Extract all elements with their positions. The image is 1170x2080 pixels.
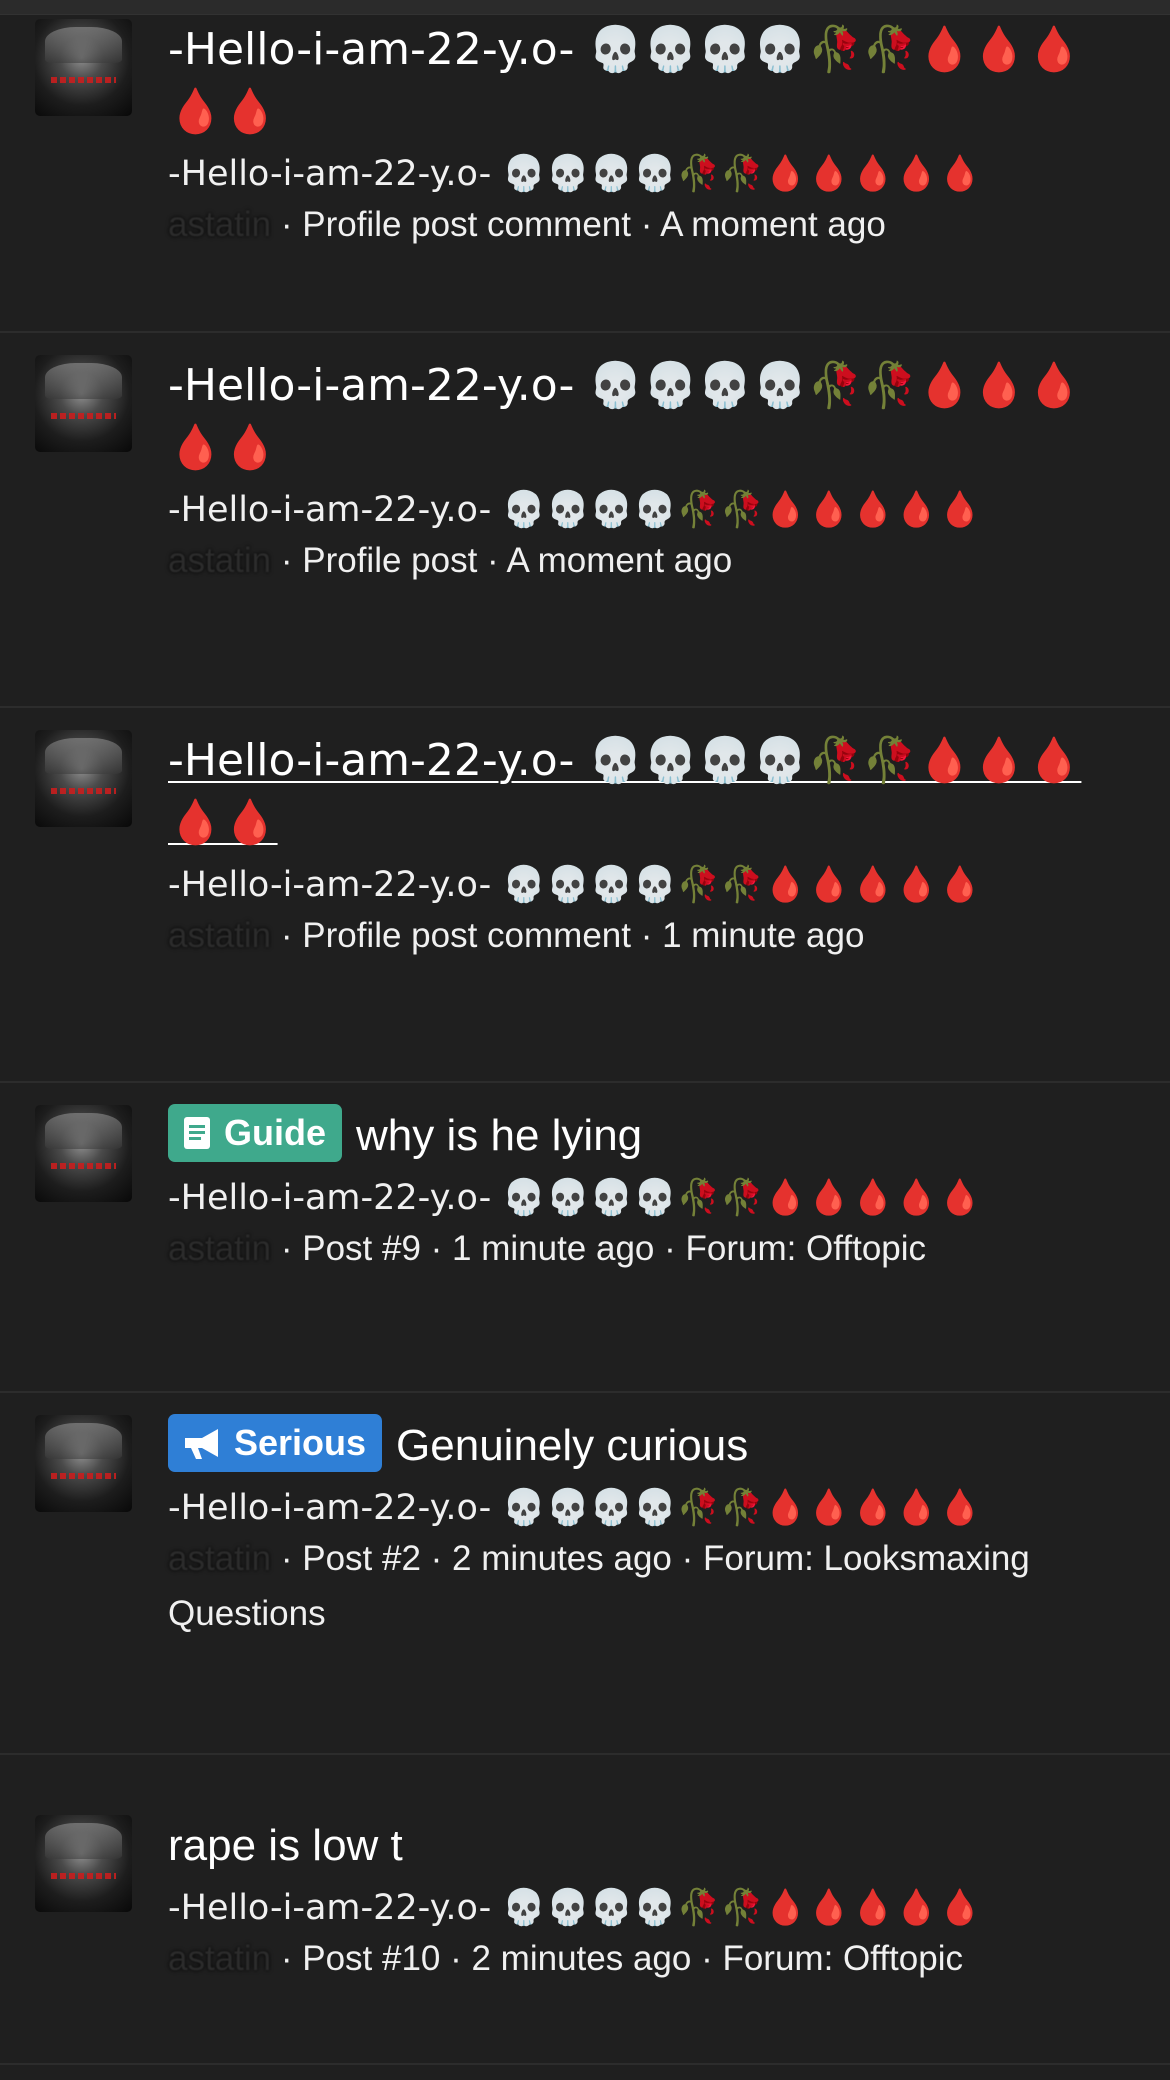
meta-text: · Profile post comment · A moment ago	[271, 205, 886, 244]
item-title-text[interactable]: why is he lying	[356, 1111, 642, 1160]
avatar[interactable]	[35, 355, 132, 452]
item-author[interactable]: -Hello-i-am-22-y.o- 💀💀💀💀🥀🥀🩸🩸🩸🩸🩸	[168, 151, 1136, 197]
context-username[interactable]: astatin	[168, 1939, 271, 1978]
item-title-link[interactable]: Serious Genuinely curious	[168, 1414, 1136, 1477]
list-item[interactable]: -Hello-i-am-22-y.o- 💀💀💀💀🥀🥀🩸🩸🩸🩸🩸 -Hello-i…	[0, 15, 1170, 333]
context-username[interactable]: astatin	[168, 1229, 271, 1268]
item-content: rape is low t -Hello-i-am-22-y.o- 💀💀💀💀🥀🥀…	[168, 1815, 1136, 1986]
list-item[interactable]: Serious Genuinely curious -Hello-i-am-22…	[0, 1393, 1170, 1755]
book-icon	[182, 1116, 212, 1150]
list-item[interactable]: -Hello-i-am-22-y.o- 💀💀💀💀🥀🥀🩸🩸🩸🩸🩸 -Hello-i…	[0, 708, 1170, 1083]
meta-text: · Profile post comment · 1 minute ago	[271, 916, 865, 955]
avatar[interactable]	[35, 19, 132, 116]
avatar[interactable]	[35, 1415, 132, 1512]
item-title-link[interactable]: -Hello-i-am-22-y.o- 💀💀💀💀🥀🥀🩸🩸🩸🩸🩸	[168, 730, 1136, 854]
list-item[interactable]: Guide why is he lying -Hello-i-am-22-y.o…	[0, 1083, 1170, 1393]
item-content: -Hello-i-am-22-y.o- 💀💀💀💀🥀🥀🩸🩸🩸🩸🩸 -Hello-i…	[168, 355, 1136, 588]
item-title-link[interactable]: -Hello-i-am-22-y.o- 💀💀💀💀🥀🥀🩸🩸🩸🩸🩸	[168, 355, 1136, 479]
prefix-badge-serious[interactable]: Serious	[168, 1414, 383, 1473]
list-item[interactable]: rape is low t -Hello-i-am-22-y.o- 💀💀💀💀🥀🥀…	[0, 1755, 1170, 2065]
avatar[interactable]	[35, 1105, 132, 1202]
item-author[interactable]: -Hello-i-am-22-y.o- 💀💀💀💀🥀🥀🩸🩸🩸🩸🩸	[168, 862, 1136, 908]
item-title-link[interactable]: Guide why is he lying	[168, 1104, 1136, 1167]
badge-label: Serious	[234, 1422, 367, 1464]
meta-text: · Post #2 · 2 minutes ago · Forum: Looks…	[168, 1539, 1030, 1634]
item-author[interactable]: -Hello-i-am-22-y.o- 💀💀💀💀🥀🥀🩸🩸🩸🩸🩸	[168, 487, 1136, 533]
meta-text: · Profile post · A moment ago	[271, 541, 733, 580]
context-username[interactable]: astatin	[168, 205, 271, 244]
avatar[interactable]	[35, 1815, 132, 1912]
item-content: Serious Genuinely curious -Hello-i-am-22…	[168, 1414, 1136, 1641]
item-title-link[interactable]: rape is low t	[168, 1815, 1136, 1877]
search-results-list: -Hello-i-am-22-y.o- 💀💀💀💀🥀🥀🩸🩸🩸🩸🩸 -Hello-i…	[0, 15, 1170, 2065]
prefix-badge-guide[interactable]: Guide	[168, 1104, 343, 1163]
item-author[interactable]: -Hello-i-am-22-y.o- 💀💀💀💀🥀🥀🩸🩸🩸🩸🩸	[168, 1485, 1136, 1531]
item-content: -Hello-i-am-22-y.o- 💀💀💀💀🥀🥀🩸🩸🩸🩸🩸 -Hello-i…	[168, 19, 1136, 252]
item-author[interactable]: -Hello-i-am-22-y.o- 💀💀💀💀🥀🥀🩸🩸🩸🩸🩸	[168, 1175, 1136, 1221]
top-bar	[0, 0, 1170, 15]
item-meta: astatin · Profile post · A moment ago	[168, 533, 1136, 588]
item-meta: astatin · Post #9 · 1 minute ago · Forum…	[168, 1221, 1136, 1276]
item-meta: astatin · Post #10 · 2 minutes ago · For…	[168, 1931, 1136, 1986]
context-username[interactable]: astatin	[168, 1539, 271, 1578]
avatar[interactable]	[35, 730, 132, 827]
item-title-link[interactable]: -Hello-i-am-22-y.o- 💀💀💀💀🥀🥀🩸🩸🩸🩸🩸	[168, 19, 1136, 143]
item-meta: astatin · Post #2 · 2 minutes ago · Foru…	[168, 1531, 1136, 1641]
item-content: Guide why is he lying -Hello-i-am-22-y.o…	[168, 1104, 1136, 1276]
meta-text: · Post #9 · 1 minute ago · Forum: Offtop…	[271, 1229, 927, 1269]
item-content: -Hello-i-am-22-y.o- 💀💀💀💀🥀🥀🩸🩸🩸🩸🩸 -Hello-i…	[168, 730, 1136, 963]
meta-text: · Post #10 · 2 minutes ago · Forum: Offt…	[271, 1939, 963, 1978]
item-title-text[interactable]: Genuinely curious	[396, 1421, 748, 1470]
item-author[interactable]: -Hello-i-am-22-y.o- 💀💀💀💀🥀🥀🩸🩸🩸🩸🩸	[168, 1885, 1136, 1931]
context-username[interactable]: astatin	[168, 541, 271, 580]
context-username[interactable]: astatin	[168, 916, 271, 955]
item-meta: astatin · Profile post comment · A momen…	[168, 197, 1136, 252]
item-meta: astatin · Profile post comment · 1 minut…	[168, 908, 1136, 963]
megaphone-icon	[182, 1426, 222, 1460]
badge-label: Guide	[224, 1112, 327, 1154]
list-item[interactable]: -Hello-i-am-22-y.o- 💀💀💀💀🥀🥀🩸🩸🩸🩸🩸 -Hello-i…	[0, 333, 1170, 708]
